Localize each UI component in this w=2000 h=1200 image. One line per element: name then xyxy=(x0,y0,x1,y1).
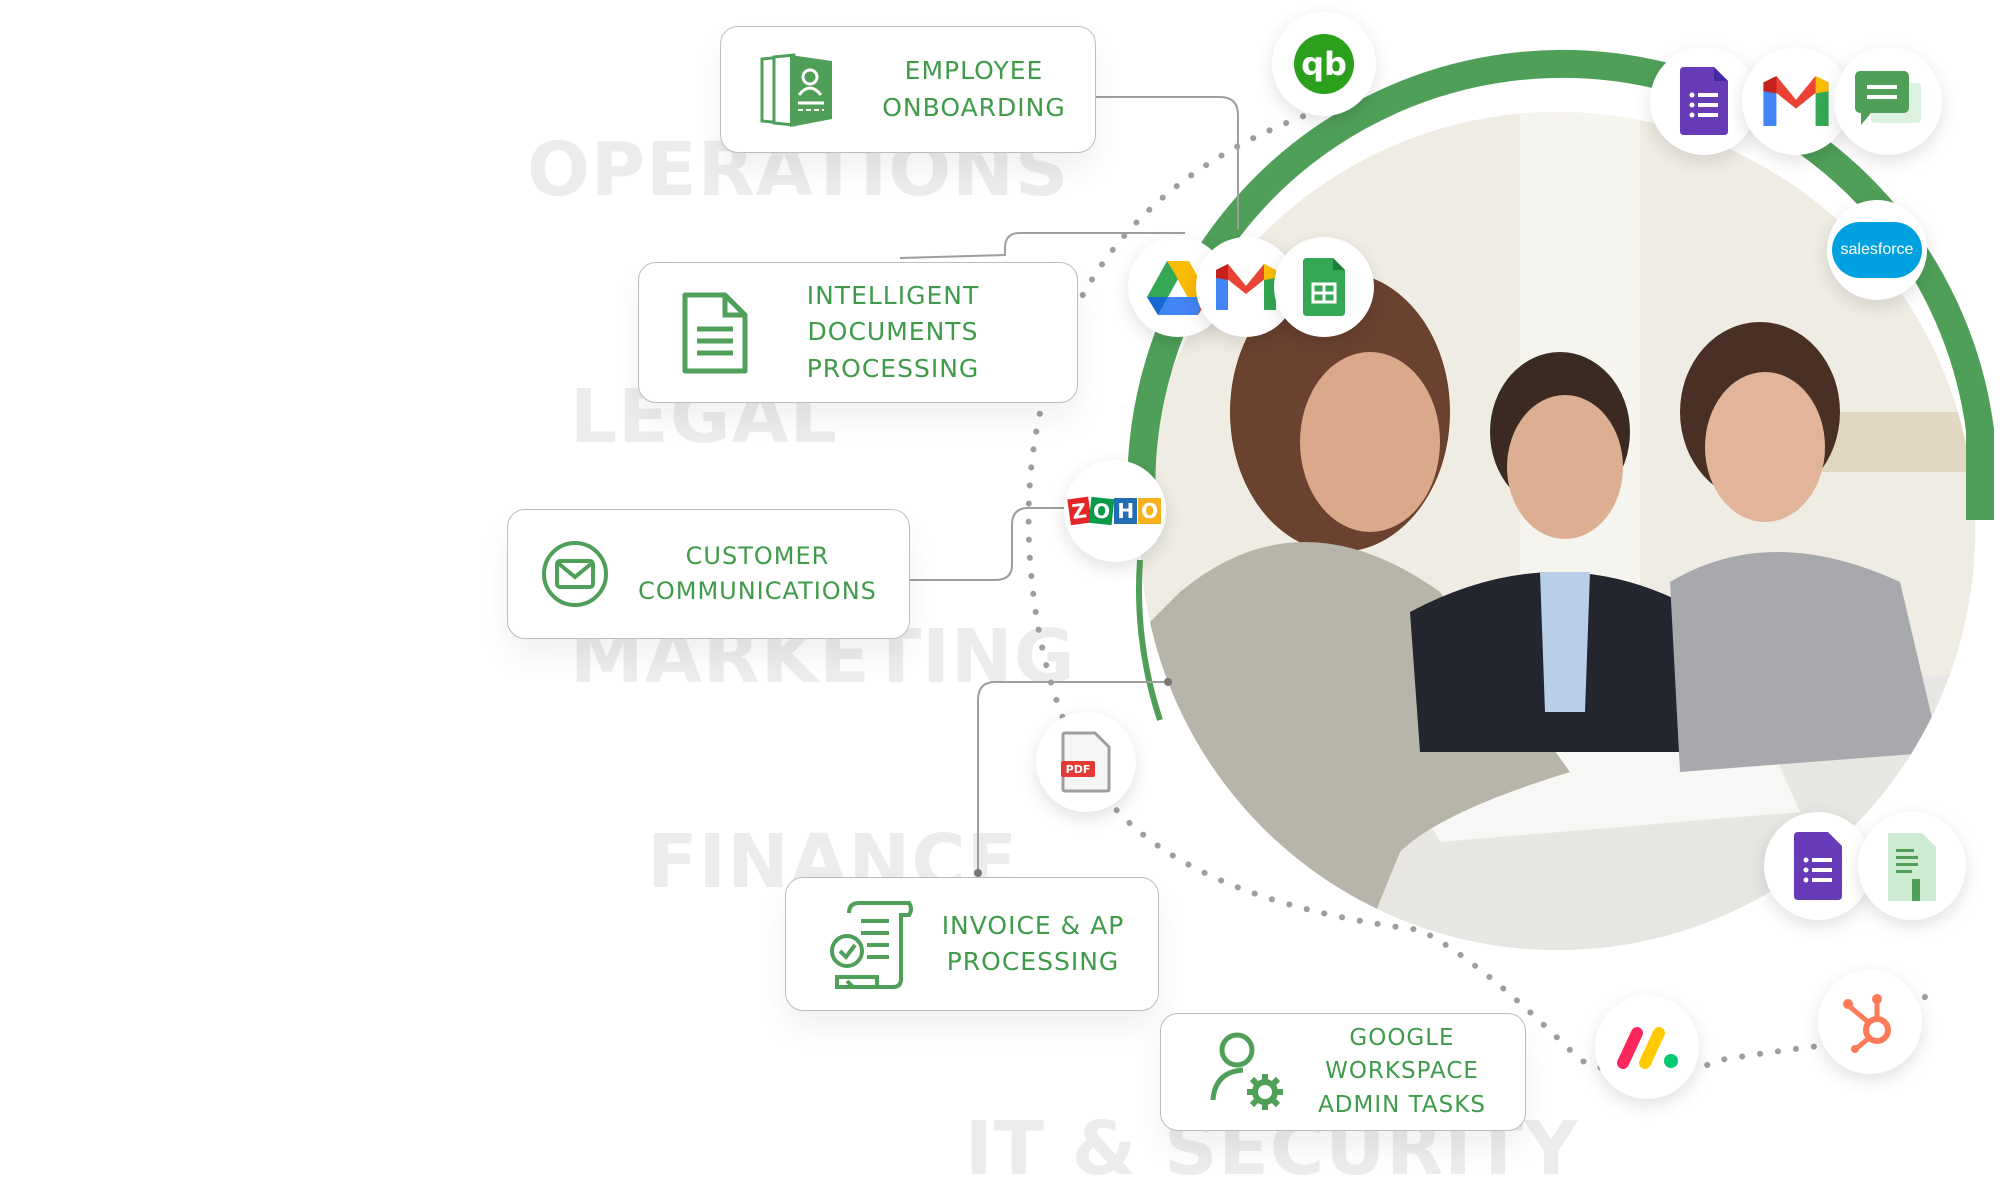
monday-icon[interactable] xyxy=(1595,995,1699,1099)
receipt-check-icon xyxy=(786,899,922,989)
green-arc-left xyxy=(1136,559,1163,721)
google-chat-icon[interactable] xyxy=(1834,47,1942,155)
document-icon xyxy=(639,291,769,375)
connector-dot xyxy=(974,869,982,877)
pdf-icon[interactable]: PDF xyxy=(1036,712,1136,812)
card-google-workspace[interactable]: GOOGLE WORKSPACE ADMIN TASKS xyxy=(1160,1013,1526,1131)
envelope-icon xyxy=(508,539,620,609)
connector-dot xyxy=(1164,678,1172,686)
salesforce-icon[interactable]: salesforce xyxy=(1827,200,1927,300)
employee-files-icon xyxy=(721,52,853,127)
card-label: GOOGLE WORKSPACE ADMIN TASKS xyxy=(1318,1024,1486,1118)
google-sheets-icon[interactable] xyxy=(1274,237,1374,337)
card-label: CUSTOMER COMMUNICATIONS xyxy=(638,542,877,605)
zoho-icon[interactable]: Z O H O xyxy=(1064,460,1166,562)
card-label: INVOICE & AP PROCESSING xyxy=(941,910,1125,976)
card-label: INTELLIGENT DOCUMENTS PROCESSING xyxy=(806,281,980,383)
card-intelligent-documents[interactable]: INTELLIGENT DOCUMENTS PROCESSING xyxy=(638,262,1078,403)
google-forms-icon-bottom[interactable] xyxy=(1764,812,1872,920)
card-customer-communications[interactable]: CUSTOMER COMMUNICATIONS xyxy=(507,509,910,639)
card-label: EMPLOYEE ONBOARDING xyxy=(882,56,1066,122)
card-invoice-ap[interactable]: INVOICE & AP PROCESSING xyxy=(785,877,1159,1011)
quickbooks-icon[interactable]: qb xyxy=(1272,12,1376,116)
connector-employee xyxy=(1096,96,1239,230)
hubspot-icon[interactable] xyxy=(1818,970,1922,1074)
google-docs-icon[interactable] xyxy=(1858,812,1966,920)
pdf-label: PDF xyxy=(1066,763,1091,776)
connector-layer xyxy=(899,49,1994,1078)
user-gear-icon xyxy=(1161,1030,1299,1114)
card-employee-onboarding[interactable]: EMPLOYEE ONBOARDING xyxy=(720,26,1096,153)
connector-customer xyxy=(900,507,1065,581)
